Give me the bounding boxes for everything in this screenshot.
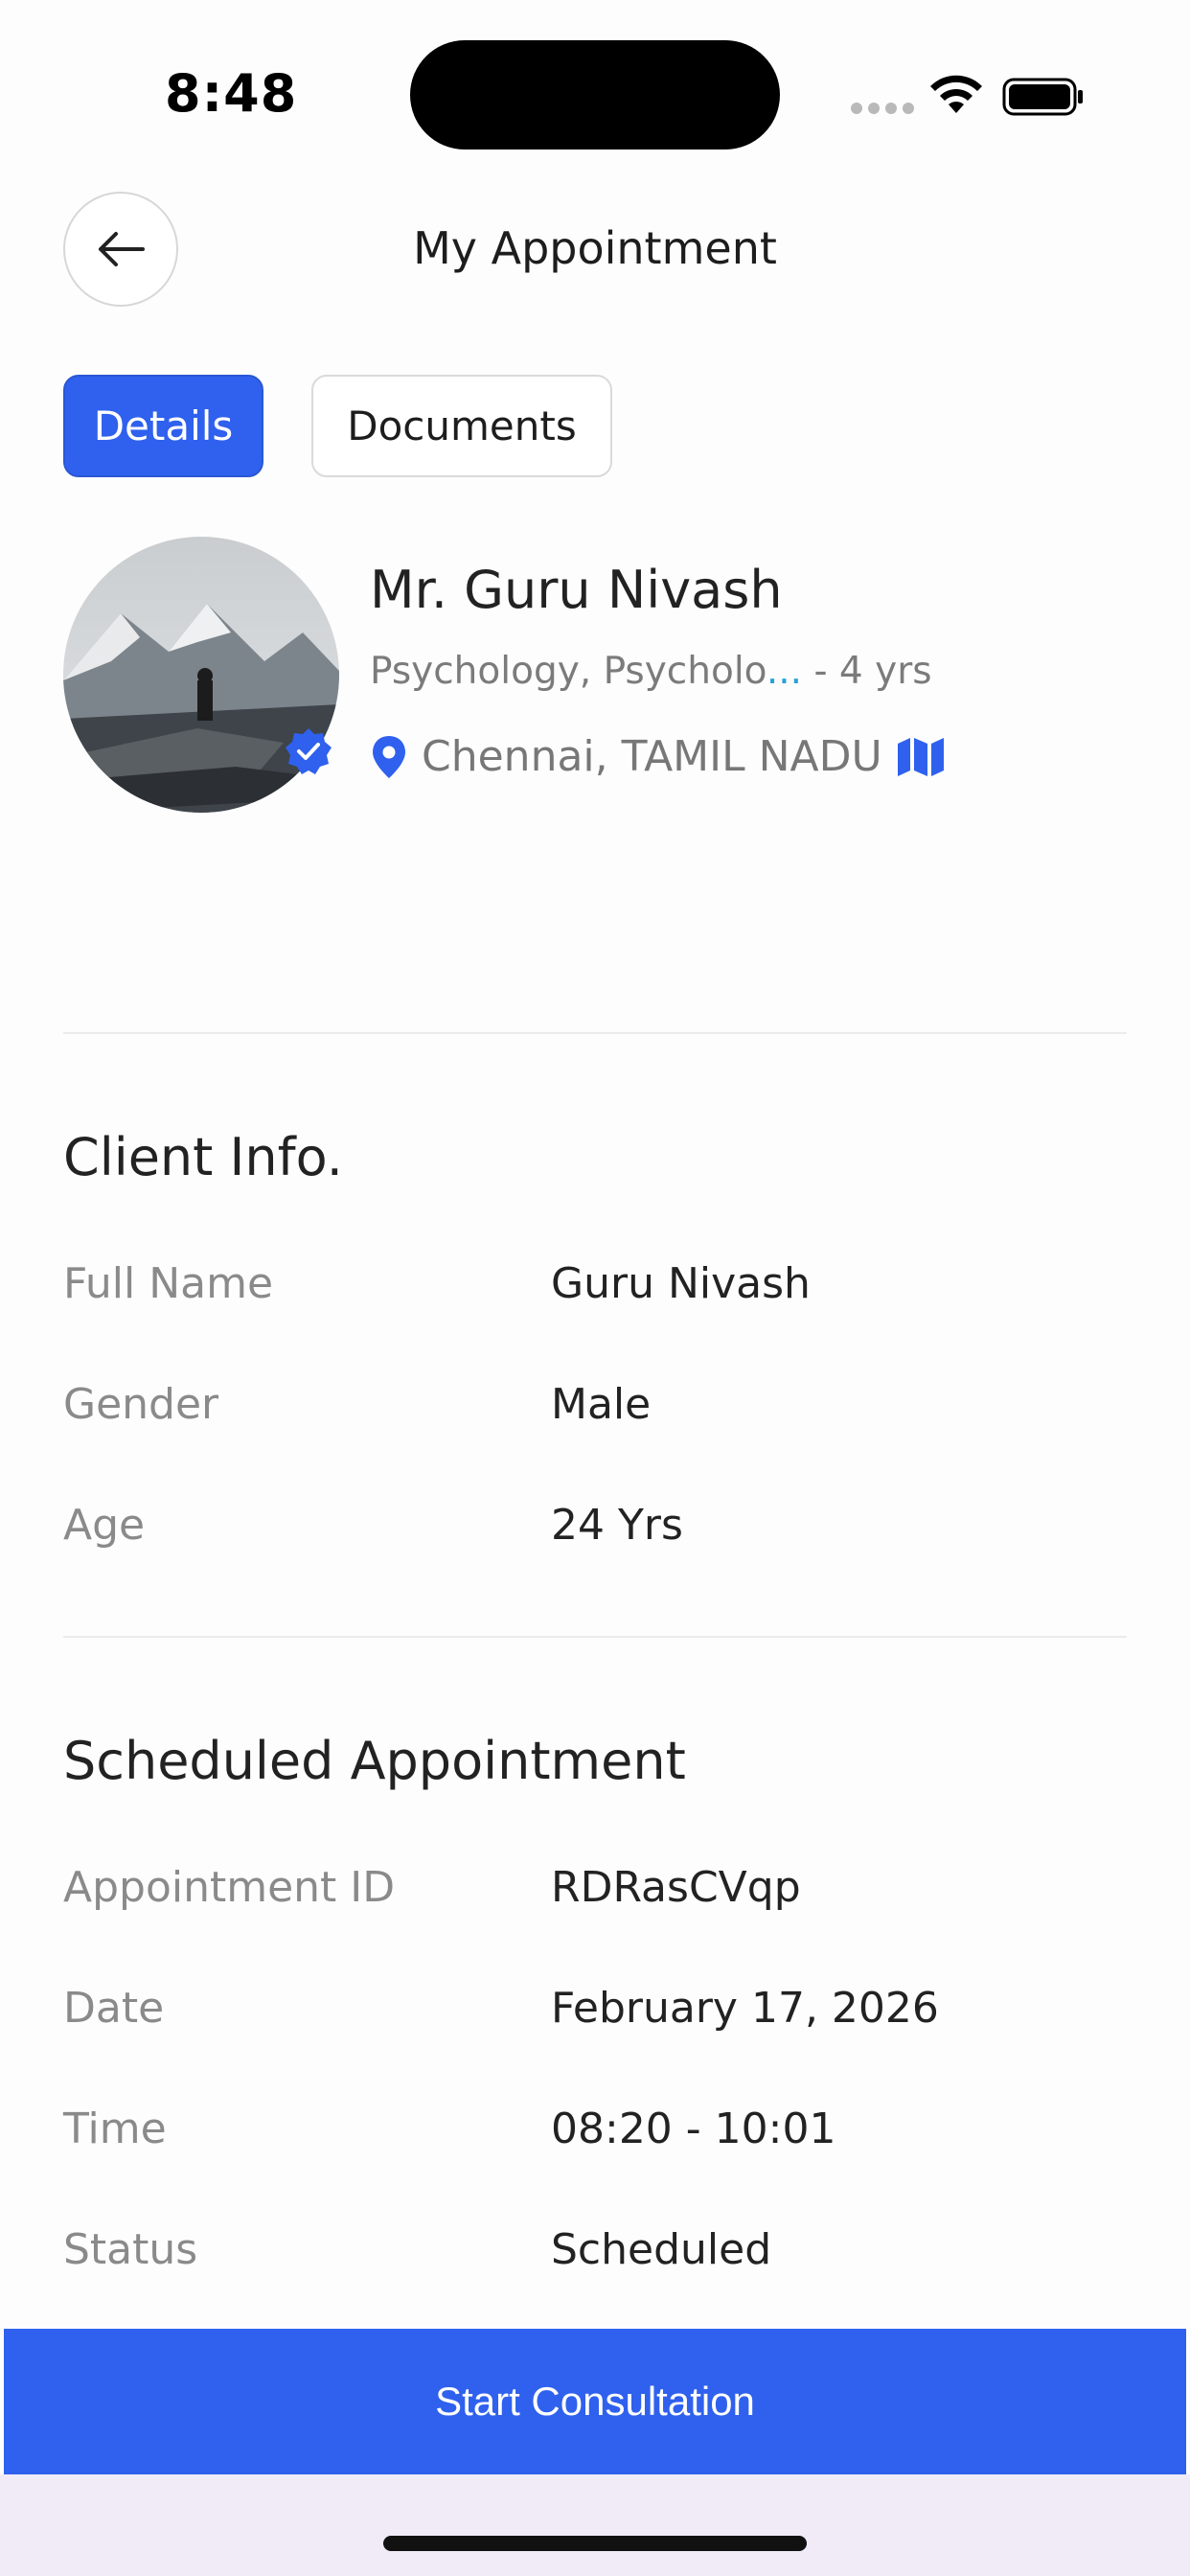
specialty-more[interactable]: ... bbox=[767, 650, 802, 693]
doctor-name: Mr. Guru Nivash bbox=[370, 560, 783, 620]
location-text: Chennai, TAMIL NADU bbox=[422, 732, 882, 781]
page-title: My Appointment bbox=[413, 222, 777, 274]
divider bbox=[63, 1032, 1127, 1034]
appointment-id-label: Appointment ID bbox=[63, 1863, 396, 1912]
date-value: February 17, 2026 bbox=[551, 1984, 939, 2033]
map-icon[interactable] bbox=[896, 736, 946, 778]
status-label: Status bbox=[63, 2225, 198, 2274]
home-indicator[interactable] bbox=[383, 2536, 807, 2551]
appointment-screen: 8:48 My Appointment Details Documents Mr… bbox=[0, 0, 1190, 2576]
age-label: Age bbox=[63, 1501, 146, 1550]
tab-documents[interactable]: Documents bbox=[311, 375, 612, 477]
gender-label: Gender bbox=[63, 1380, 219, 1429]
full-name-label: Full Name bbox=[63, 1259, 274, 1308]
battery-icon bbox=[1002, 78, 1083, 116]
start-consultation-button[interactable]: Start Consultation bbox=[4, 2329, 1186, 2474]
client-info-title: Client Info. bbox=[63, 1127, 343, 1187]
location-pin-icon bbox=[373, 735, 405, 778]
status-value: Scheduled bbox=[551, 2225, 772, 2274]
specialty-text: Psychology, Psycholo bbox=[370, 650, 767, 693]
status-time: 8:48 bbox=[165, 63, 298, 124]
doctor-specialty: Psychology, Psycholo... - 4 yrs bbox=[370, 650, 932, 693]
date-label: Date bbox=[63, 1984, 165, 2033]
gender-value: Male bbox=[551, 1380, 652, 1429]
wifi-icon bbox=[930, 75, 982, 113]
full-name-value: Guru Nivash bbox=[551, 1259, 811, 1308]
signal-icon bbox=[851, 103, 914, 114]
doctor-location: Chennai, TAMIL NADU bbox=[370, 732, 946, 781]
time-label: Time bbox=[63, 2104, 167, 2153]
tab-details[interactable]: Details bbox=[63, 375, 263, 477]
divider bbox=[63, 1636, 1127, 1638]
bottom-safe-area bbox=[0, 2474, 1190, 2576]
experience-text: - 4 yrs bbox=[802, 650, 932, 693]
verified-icon bbox=[286, 728, 332, 774]
time-value: 08:20 - 10:01 bbox=[551, 2104, 836, 2153]
appointment-id-value: RDRasCVqp bbox=[551, 1863, 801, 1912]
appointment-title: Scheduled Appointment bbox=[63, 1731, 686, 1791]
dynamic-island bbox=[410, 40, 780, 150]
age-value: 24 Yrs bbox=[551, 1501, 683, 1550]
status-bar: 8:48 bbox=[0, 0, 1190, 182]
